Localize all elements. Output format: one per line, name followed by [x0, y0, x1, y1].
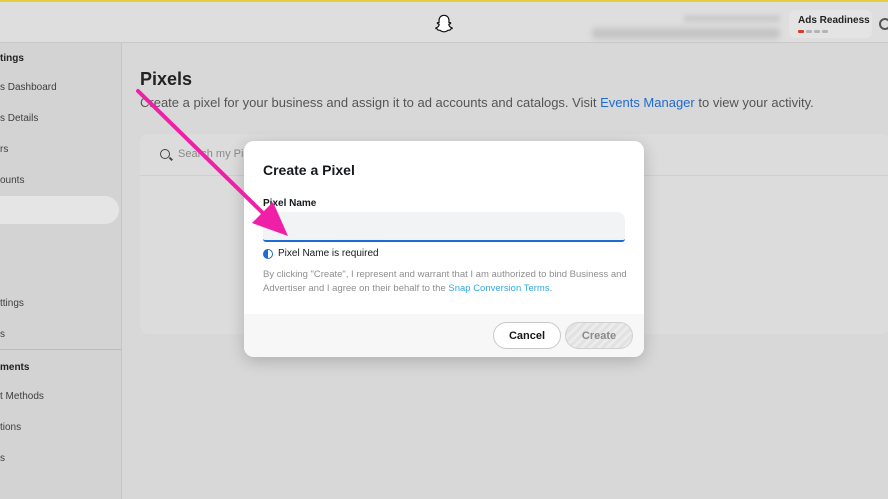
legal-text: By clicking "Create", I represent and wa…	[263, 268, 628, 296]
sidebar-item-transactions[interactable]: tions	[0, 422, 122, 433]
top-bar: Ads Readiness	[0, 0, 888, 43]
legal-end: .	[549, 283, 553, 294]
pixel-name-label: Pixel Name	[263, 198, 317, 209]
sidebar-item-details[interactable]: s Details	[0, 113, 122, 124]
sidebar-item-dashboard[interactable]: s Dashboard	[0, 82, 122, 93]
sidebar-item-members[interactable]: rs	[0, 144, 122, 155]
create-button[interactable]: Create	[565, 322, 633, 349]
events-manager-link[interactable]: Events Manager	[600, 95, 695, 110]
dialog-title: Create a Pixel	[263, 162, 355, 178]
readiness-progress	[798, 30, 863, 33]
pixel-search-placeholder: Search my Pi	[178, 148, 244, 160]
ads-readiness-label: Ads Readiness	[798, 15, 870, 26]
sidebar-item-payment-methods[interactable]: t Methods	[0, 391, 122, 402]
sidebar-divider	[0, 349, 122, 350]
sidebar-item-misc[interactable]: s	[0, 329, 122, 340]
sidebar-item-accounts[interactable]: ounts	[0, 175, 122, 186]
description-text: Create a pixel for your business and ass…	[140, 95, 601, 110]
validation-text: Pixel Name is required	[278, 248, 379, 259]
validation-message: Pixel Name is required	[263, 248, 379, 259]
sidebar-section-payments: ments	[0, 362, 30, 373]
cancel-button[interactable]: Cancel	[493, 322, 561, 349]
blurred-user-info	[592, 15, 782, 41]
snapchat-ghost-icon[interactable]	[433, 13, 455, 35]
create-pixel-dialog: Create a Pixel Pixel Name Pixel Name is …	[244, 141, 644, 357]
dialog-footer: Cancel Create	[244, 314, 644, 357]
page-title: Pixels	[140, 69, 193, 89]
description-suffix: to view your activity.	[694, 95, 814, 110]
sidebar-section-settings: tings	[0, 53, 24, 64]
snap-conversion-terms-link[interactable]: Snap Conversion Terms	[448, 283, 549, 294]
legal-body: By clicking "Create", I represent and wa…	[263, 269, 627, 294]
notification-icon[interactable]	[879, 18, 888, 30]
sidebar-item-last[interactable]: s	[0, 453, 122, 464]
pixel-name-input[interactable]	[263, 212, 625, 242]
sidebar-active-item[interactable]	[0, 196, 119, 224]
info-icon	[263, 248, 273, 259]
sidebar: tings s Dashboard s Details rs ounts tti…	[0, 43, 122, 499]
page-description: Create a pixel for your business and ass…	[140, 95, 814, 110]
search-icon	[160, 149, 170, 159]
sidebar-item-settings[interactable]: ttings	[0, 298, 122, 309]
ads-readiness-button[interactable]: Ads Readiness	[789, 10, 872, 38]
